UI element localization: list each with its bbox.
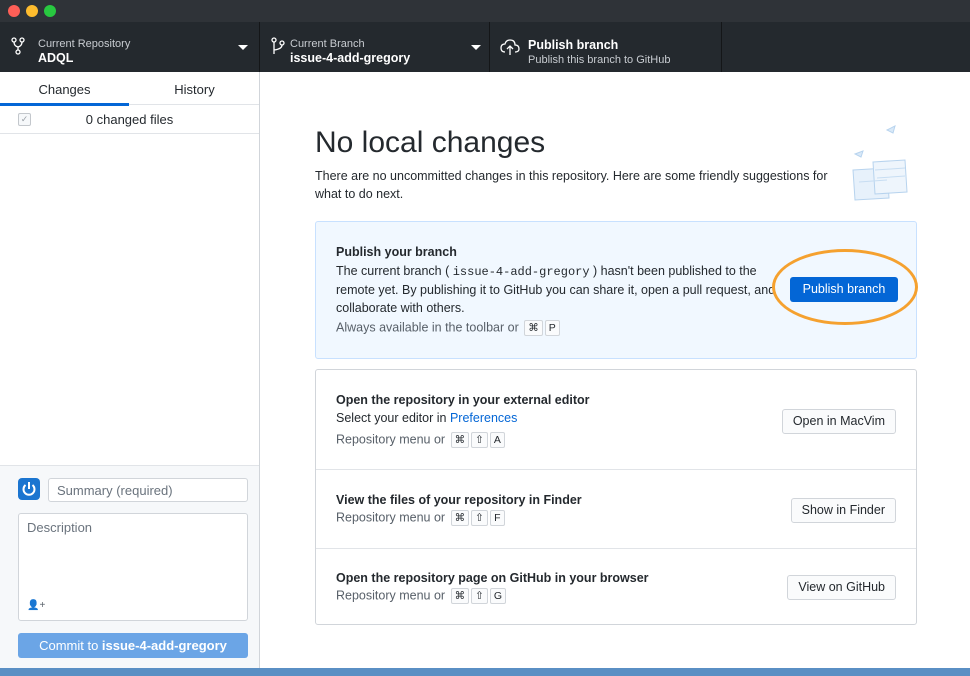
shortcut-label: Repository menu or [336, 432, 446, 447]
avatar [18, 478, 40, 500]
publish-branch-toolbar-button[interactable]: Publish branch Publish this branch to Gi… [490, 22, 722, 72]
preferences-link[interactable]: Preferences [450, 411, 517, 425]
shortcut-label: Repository menu or [336, 510, 446, 525]
page-description: There are no uncommitted changes in this… [315, 169, 828, 201]
current-repository-dropdown[interactable]: Current Repository ADQL [0, 22, 260, 72]
branch-name-code: issue-4-add-gregory [452, 265, 590, 279]
publish-callout-text: The current branch ( issue-4-add-gregory… [336, 262, 796, 317]
power-icon [22, 482, 36, 496]
list-item: Open the repository in your external edi… [316, 370, 916, 470]
publish-callout-title: Publish your branch [336, 245, 457, 259]
commit-description-input[interactable] [19, 514, 247, 594]
sidebar-tabs: Changes History [0, 72, 259, 106]
view-on-github-button[interactable]: View on GitHub [787, 575, 896, 600]
suggested-actions-list: Open the repository in your external edi… [315, 369, 917, 625]
add-co-author-icon[interactable]: 👤+ [27, 600, 45, 611]
publish-branch-callout: Publish your branch The current branch (… [315, 221, 918, 359]
no-changes-view: No local changes There are no uncommitte… [261, 72, 970, 668]
changed-files-count: 0 changed files [85, 112, 174, 127]
publish-branch-title: Publish branch [528, 38, 619, 52]
command-key: ⌘ [524, 320, 543, 336]
shortcut-label: Repository menu or [336, 588, 446, 603]
commit-summary-input[interactable] [48, 478, 248, 502]
action-shortcut-hint: Repository menu or ⌘ ⇧ G [336, 588, 507, 604]
action-subtitle-prefix: Select your editor in [336, 411, 450, 425]
tab-history[interactable]: History [130, 72, 259, 105]
current-branch-dropdown[interactable]: Current Branch issue-4-add-gregory [260, 22, 490, 72]
minimize-window-button[interactable] [26, 5, 38, 17]
shift-key: ⇧ [471, 510, 488, 526]
command-key: ⌘ [450, 432, 470, 448]
chevron-down-icon [238, 45, 248, 50]
tab-changes[interactable]: Changes [0, 72, 129, 106]
current-branch-label: Current Branch [290, 38, 365, 50]
repo-icon [11, 37, 25, 55]
commit-button[interactable]: Commit to issue-4-add-gregory [18, 633, 248, 658]
background-browser-footer [0, 668, 970, 676]
open-in-editor-button[interactable]: Open in MacVim [781, 409, 896, 434]
git-branch-icon [271, 37, 285, 54]
chevron-down-icon [471, 45, 481, 50]
a-key: A [489, 432, 505, 448]
boxes-illustration-icon [852, 125, 908, 201]
commit-message-area: 👤+ Commit to issue-4-add-gregory [0, 465, 259, 668]
publish-shortcut-hint: Always available in the toolbar or ⌘ P [336, 320, 560, 336]
close-window-button[interactable] [8, 5, 20, 17]
list-item: View the files of your repository in Fin… [316, 470, 916, 549]
f-key: F [489, 510, 505, 526]
list-item: Open the repository page on GitHub in yo… [316, 549, 916, 625]
action-shortcut-hint: Repository menu or ⌘ ⇧ A [336, 432, 505, 448]
shortcut-label: Always available in the toolbar or [336, 320, 519, 335]
commit-button-branch: issue-4-add-gregory [101, 638, 227, 653]
g-key: G [489, 588, 507, 604]
commit-button-prefix: Commit to [39, 638, 102, 653]
shift-key: ⇧ [471, 588, 488, 604]
publish-branch-button[interactable]: Publish branch [790, 277, 898, 302]
command-key: ⌘ [450, 510, 470, 526]
shift-key: ⇧ [471, 432, 488, 448]
action-subtitle: Select your editor in Preferences [336, 411, 517, 425]
sidebar: Changes History 0 changed files ✓ 👤+ Com… [0, 72, 260, 668]
publish-branch-description: Publish this branch to GitHub [528, 54, 671, 66]
app-toolbar: Current Repository ADQL Current Branch i… [0, 22, 970, 72]
current-repository-name: ADQL [38, 51, 74, 65]
cloud-upload-icon [500, 39, 520, 55]
publish-callout-text-before: The current branch ( [336, 264, 453, 278]
command-key: ⌘ [450, 588, 470, 604]
current-branch-name: issue-4-add-gregory [290, 51, 411, 65]
action-title: View the files of your repository in Fin… [336, 493, 582, 507]
action-shortcut-hint: Repository menu or ⌘ ⇧ F [336, 510, 505, 526]
select-all-checkbox[interactable]: ✓ [18, 113, 31, 126]
page-title: No local changes [315, 126, 546, 159]
changed-files-header: 0 changed files ✓ [0, 105, 259, 134]
action-title: Open the repository in your external edi… [336, 393, 590, 407]
commit-description-box: 👤+ [18, 513, 248, 621]
show-in-finder-button[interactable]: Show in Finder [790, 498, 896, 523]
window-title-bar [0, 0, 970, 22]
current-repository-label: Current Repository [38, 38, 131, 50]
p-key: P [544, 320, 560, 336]
zoom-window-button[interactable] [44, 5, 56, 17]
action-title: Open the repository page on GitHub in yo… [336, 571, 649, 585]
